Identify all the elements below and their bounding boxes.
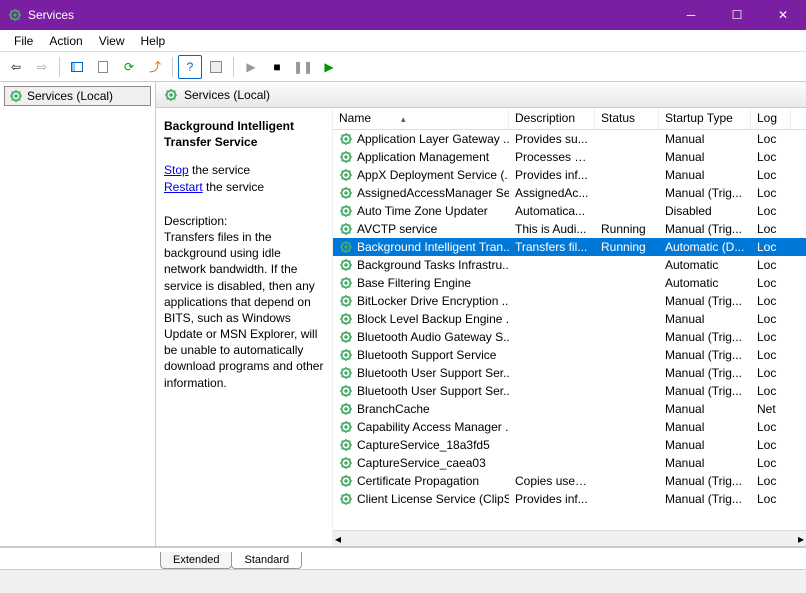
table-row[interactable]: Block Level Backup Engine ...ManualLoc [333,310,806,328]
status-bar [0,569,806,593]
service-list: Name▴ Description Status Startup Type Lo… [332,108,806,546]
titlebar: Services ─ ☐ ✕ [0,0,806,30]
menubar: File Action View Help [0,30,806,52]
menu-help[interactable]: Help [133,32,174,50]
table-row[interactable]: BranchCacheManualNet [333,400,806,418]
table-row[interactable]: Bluetooth User Support Ser...Manual (Tri… [333,382,806,400]
stop-link[interactable]: Stop [164,163,189,177]
service-icon [339,384,353,398]
view-tabs: Extended Standard [0,547,806,569]
nav-label: Services (Local) [27,89,113,103]
show-hide-tree-button[interactable] [65,55,89,79]
table-row[interactable]: CaptureService_18a3fd5ManualLoc [333,436,806,454]
service-icon [339,438,353,452]
table-row[interactable]: Bluetooth Support ServiceManual (Trig...… [333,346,806,364]
table-row[interactable]: AssignedAccessManager Se...AssignedAc...… [333,184,806,202]
minimize-button[interactable]: ─ [668,0,714,30]
table-row[interactable]: Bluetooth Audio Gateway S...Manual (Trig… [333,328,806,346]
refresh-button[interactable]: ⟳ [117,55,141,79]
help-topics-button[interactable] [204,55,228,79]
service-icon [339,474,353,488]
tab-extended[interactable]: Extended [160,552,232,569]
toolbar: ⇦ ⇨ ⟳ ⤴ ? ▶ ■ ❚❚ ▶ [0,52,806,82]
main-pane: Services (Local) Background Intelligent … [156,82,806,546]
export-button[interactable]: ⤴ [143,55,167,79]
service-icon [339,276,353,290]
restart-link[interactable]: Restart [164,180,203,194]
service-icon [339,258,353,272]
table-row[interactable]: Application Layer Gateway ...Provides su… [333,130,806,148]
col-logon[interactable]: Log [751,108,791,129]
col-description[interactable]: Description [509,108,595,129]
services-icon [9,89,23,103]
service-icon [339,240,353,254]
description-text: Transfers files in the background using … [164,229,324,391]
horizontal-scrollbar[interactable]: ◂ ▸ [333,530,806,546]
menu-action[interactable]: Action [41,32,90,50]
tab-standard[interactable]: Standard [231,552,302,569]
app-icon [8,8,22,22]
table-row[interactable]: Certificate PropagationCopies user ...Ma… [333,472,806,490]
detail-pane: Background Intelligent Transfer Service … [156,108,332,546]
help-button[interactable]: ? [178,55,202,79]
col-startup-type[interactable]: Startup Type [659,108,751,129]
properties-button[interactable] [91,55,115,79]
description-label: Description: [164,213,324,229]
col-status[interactable]: Status [595,108,659,129]
service-icon [339,330,353,344]
close-button[interactable]: ✕ [760,0,806,30]
start-service-button[interactable]: ▶ [239,55,263,79]
service-icon [339,492,353,506]
nav-tree: Services (Local) [0,82,156,546]
rows-container[interactable]: Application Layer Gateway ...Provides su… [333,130,806,530]
table-row[interactable]: AVCTP serviceThis is Audi...RunningManua… [333,220,806,238]
table-row[interactable]: Background Tasks Infrastru...AutomaticLo… [333,256,806,274]
sort-asc-icon: ▴ [401,114,406,124]
stop-service-line: Stop the service [164,162,324,178]
service-icon [339,402,353,416]
service-icon [339,222,353,236]
scroll-left-icon[interactable]: ◂ [335,532,341,546]
table-row[interactable]: Bluetooth User Support Ser...Manual (Tri… [333,364,806,382]
service-icon [339,420,353,434]
table-row[interactable]: Auto Time Zone UpdaterAutomatica...Disab… [333,202,806,220]
forward-button[interactable]: ⇨ [30,55,54,79]
nav-services-local[interactable]: Services (Local) [4,86,151,106]
scroll-right-icon[interactable]: ▸ [798,532,804,546]
service-icon [339,294,353,308]
service-icon [339,366,353,380]
service-icon [339,186,353,200]
table-row[interactable]: AppX Deployment Service (...Provides inf… [333,166,806,184]
table-row[interactable]: Client License Service (ClipSProvides in… [333,490,806,508]
pause-service-button[interactable]: ❚❚ [291,55,315,79]
column-headers: Name▴ Description Status Startup Type Lo… [333,108,806,130]
pane-header: Services (Local) [156,82,806,108]
table-row[interactable]: Background Intelligent Tran...Transfers … [333,238,806,256]
service-icon [339,150,353,164]
service-icon [339,132,353,146]
back-button[interactable]: ⇦ [4,55,28,79]
restart-service-line: Restart the service [164,179,324,195]
window-title: Services [28,8,668,22]
table-row[interactable]: Base Filtering EngineAutomaticLoc [333,274,806,292]
restart-service-button[interactable]: ▶ [317,55,341,79]
col-name[interactable]: Name▴ [333,108,509,129]
maximize-button[interactable]: ☐ [714,0,760,30]
service-icon [339,348,353,362]
table-row[interactable]: CaptureService_caea03ManualLoc [333,454,806,472]
table-row[interactable]: BitLocker Drive Encryption ...Manual (Tr… [333,292,806,310]
pane-title: Services (Local) [184,88,270,102]
service-icon [339,204,353,218]
service-icon [339,168,353,182]
service-icon [339,456,353,470]
menu-file[interactable]: File [6,32,41,50]
stop-service-button[interactable]: ■ [265,55,289,79]
menu-view[interactable]: View [91,32,133,50]
services-icon [164,88,178,102]
table-row[interactable]: Capability Access Manager ...ManualLoc [333,418,806,436]
table-row[interactable]: Application ManagementProcesses in...Man… [333,148,806,166]
service-icon [339,312,353,326]
content: Services (Local) Services (Local) Backgr… [0,82,806,547]
selected-service-title: Background Intelligent Transfer Service [164,118,324,150]
